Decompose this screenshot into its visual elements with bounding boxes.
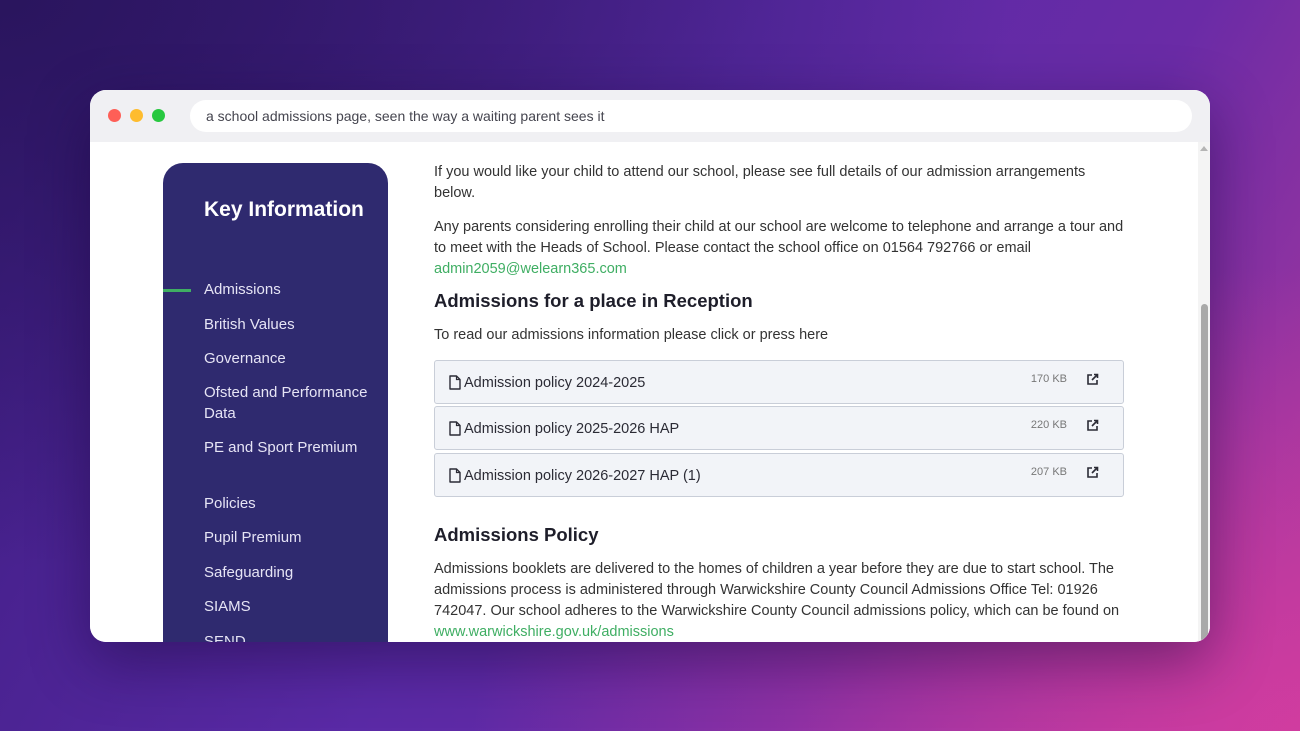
address-bar[interactable]: a school admissions page, seen the way a… <box>190 100 1192 132</box>
sidebar-item-ofsted-performance-data[interactable]: Ofsted and Performance Data <box>204 382 374 424</box>
sidebar-item-admissions[interactable]: Admissions <box>204 279 374 300</box>
sidebar-item-pe-sport-premium[interactable]: PE and Sport Premium <box>204 437 374 458</box>
warwickshire-admissions-link[interactable]: www.warwickshire.gov.uk/admissions <box>434 624 674 640</box>
contact-email-link[interactable]: admin2059@welearn365.com <box>434 261 627 277</box>
file-icon <box>449 468 461 483</box>
sidebar-title: Key Information <box>204 198 364 221</box>
contact-text: Any parents considering enrolling their … <box>434 219 1124 256</box>
file-icon <box>449 421 461 436</box>
admissions-policy-heading: Admissions Policy <box>434 524 599 545</box>
sidebar-item-siams[interactable]: SIAMS <box>204 596 374 617</box>
scrollbar-thumb[interactable] <box>1201 304 1208 642</box>
reception-heading: Admissions for a place in Reception <box>434 290 753 311</box>
file-row-admission-policy-2024-2025[interactable]: Admission policy 2024-2025 170 KB <box>434 360 1124 404</box>
file-size: 220 KB <box>1030 419 1067 431</box>
sidebar-item-british-values[interactable]: British Values <box>204 314 374 335</box>
minimize-window-button[interactable] <box>130 109 143 122</box>
sidebar-item-send[interactable]: SEND <box>204 631 374 642</box>
title-bar: a school admissions page, seen the way a… <box>90 90 1210 142</box>
file-size: 207 KB <box>1030 466 1067 478</box>
key-information-sidebar: Key Information Admissions British Value… <box>163 163 388 642</box>
file-row-admission-policy-2026-2027-hap[interactable]: Admission policy 2026-2027 HAP (1) 207 K… <box>434 453 1124 497</box>
file-icon <box>449 375 461 390</box>
sidebar-item-safeguarding[interactable]: Safeguarding <box>204 562 374 583</box>
file-name[interactable]: Admission policy 2024-2025 <box>464 373 645 393</box>
contact-paragraph: Any parents considering enrolling their … <box>434 217 1124 280</box>
scrollbar[interactable] <box>1198 142 1210 642</box>
sidebar-item-pupil-premium[interactable]: Pupil Premium <box>204 527 374 548</box>
page-viewport: Key Information Admissions British Value… <box>90 142 1210 642</box>
file-row-admission-policy-2025-2026-hap[interactable]: Admission policy 2025-2026 HAP 220 KB <box>434 406 1124 450</box>
policy-text: Admissions booklets are delivered to the… <box>434 561 1120 619</box>
external-link-icon[interactable] <box>1086 373 1099 386</box>
scroll-up-arrow-icon[interactable] <box>1200 146 1208 151</box>
file-size: 170 KB <box>1030 373 1067 385</box>
file-name[interactable]: Admission policy 2026-2027 HAP (1) <box>464 466 701 486</box>
maximize-window-button[interactable] <box>152 109 165 122</box>
reception-text[interactable]: To read our admissions information pleas… <box>434 325 1124 346</box>
external-link-icon[interactable] <box>1086 466 1099 479</box>
external-link-icon[interactable] <box>1086 419 1099 432</box>
intro-paragraph: If you would like your child to attend o… <box>434 164 1086 201</box>
active-item-marker <box>163 289 191 292</box>
sidebar-item-governance[interactable]: Governance <box>204 348 374 369</box>
sidebar-item-policies[interactable]: Policies <box>204 493 374 514</box>
close-window-button[interactable] <box>108 109 121 122</box>
browser-window: a school admissions page, seen the way a… <box>90 90 1210 642</box>
admissions-policy-paragraph: Admissions booklets are delivered to the… <box>434 559 1124 642</box>
file-name[interactable]: Admission policy 2025-2026 HAP <box>464 419 679 439</box>
